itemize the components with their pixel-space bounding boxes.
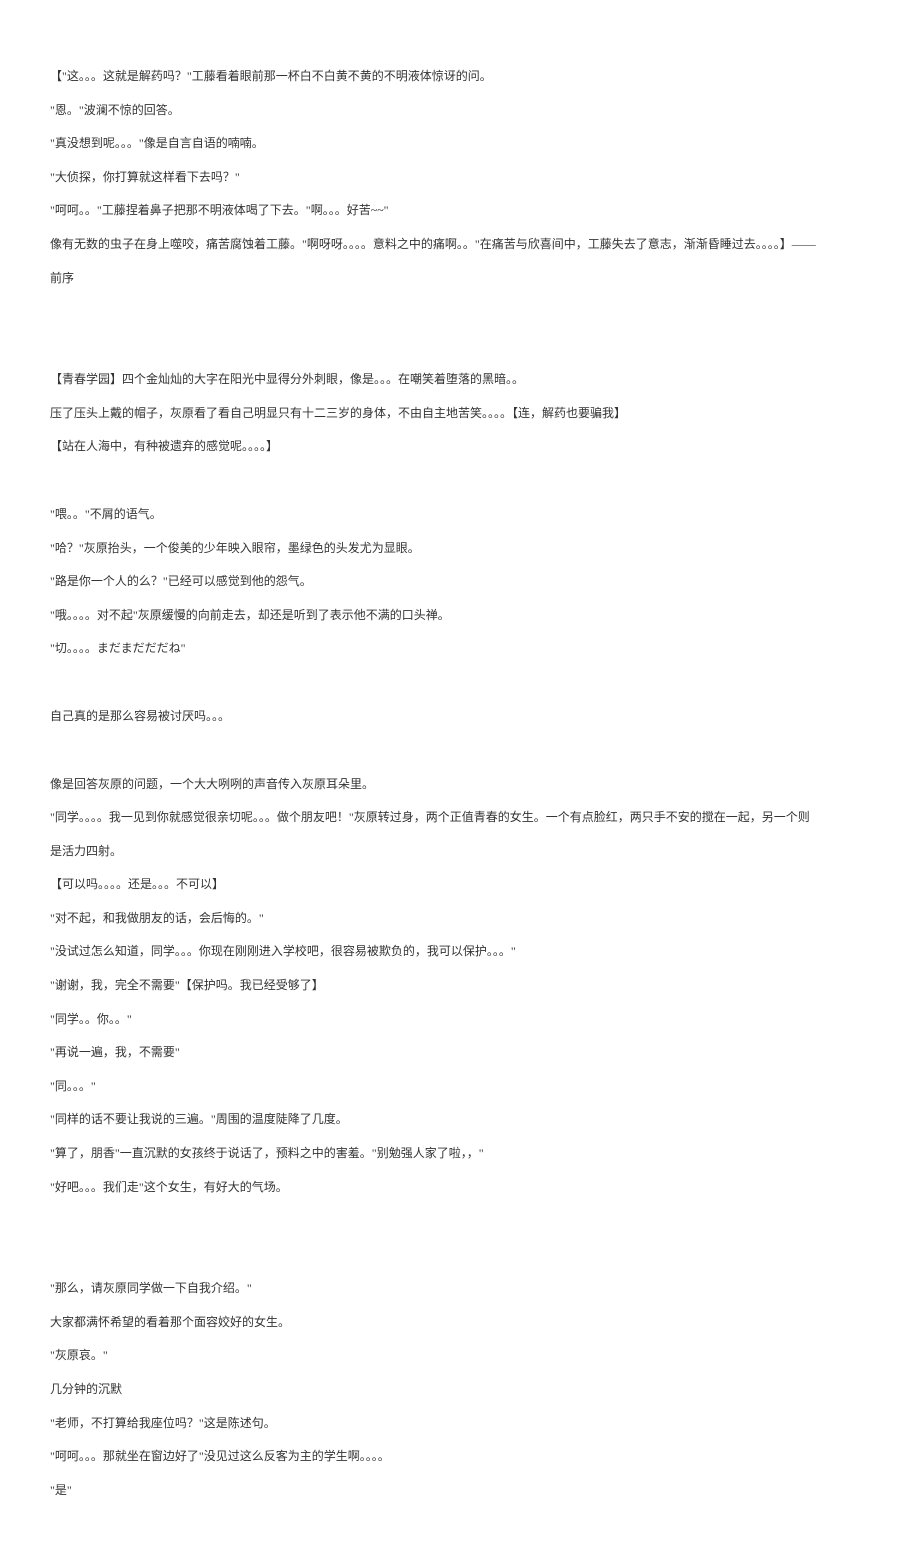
text-line: 【可以吗。。。。还是。。。不可以】	[50, 868, 870, 902]
text-line: "好吧。。。我们走"这个女生，有好大的气场。	[50, 1171, 870, 1205]
text-line: "是"	[50, 1474, 870, 1508]
blank-line	[50, 1204, 870, 1238]
text-line: "切。。。。まだまだだだね"	[50, 632, 870, 666]
text-line: "同学。。。。我一见到你就感觉很亲切呢。。。做个朋友吧！"灰原转过身，两个正值青…	[50, 801, 870, 835]
text-line: 压了压头上戴的帽子，灰原看了看自己明显只有十二三岁的身体，不由自主地苦笑。。。。…	[50, 397, 870, 431]
text-line: "同学。。你。。"	[50, 1003, 870, 1037]
text-line: "没试过怎么知道，同学。。。你现在刚刚进入学校吧，很容易被欺负的，我可以保护。。…	[50, 935, 870, 969]
text-line: "老师，不打算给我座位吗？"这是陈述句。	[50, 1407, 870, 1441]
text-line: "大侦探，你打算就这样看下去吗？"	[50, 161, 870, 195]
text-line: 【青春学园】四个金灿灿的大字在阳光中显得分外刺眼，像是。。。在嘲笑着堕落的黑暗。…	[50, 363, 870, 397]
text-line: "路是你一个人的么？"已经可以感觉到他的怨气。	[50, 565, 870, 599]
text-line: 自己真的是那么容易被讨厌吗。。。	[50, 700, 870, 734]
text-line: 几分钟的沉默	[50, 1373, 870, 1407]
text-line: "呵呵。。"工藤捏着鼻子把那不明液体喝了下去。"啊。。。好苦~~"	[50, 194, 870, 228]
text-line: "恩。"波澜不惊的回答。	[50, 94, 870, 128]
blank-line	[50, 295, 870, 329]
text-line: "哦。。。。对不起"灰原缓慢的向前走去，却还是听到了表示他不满的口头禅。	[50, 599, 870, 633]
text-line: "那么，请灰原同学做一下自我介绍。"	[50, 1272, 870, 1306]
text-line: "喂。。"不屑的语气。	[50, 498, 870, 532]
text-line: "算了，朋香"一直沉默的女孩终于说话了，预料之中的害羞。"别勉强人家了啦，，"	[50, 1137, 870, 1171]
document-body: 【"这。。。这就是解药吗？"工藤看着眼前那一杯白不白黄不黄的不明液体惊讶的问。"…	[50, 60, 870, 1507]
blank-line	[50, 734, 870, 768]
text-line: 【站在人海中，有种被遗弃的感觉呢。。。。】	[50, 430, 870, 464]
text-line: 是活力四射。	[50, 835, 870, 869]
blank-line	[50, 329, 870, 363]
text-line: "谢谢，我，完全不需要"【保护吗。我已经受够了】	[50, 969, 870, 1003]
text-line: "再说一遍，我，不需要"	[50, 1036, 870, 1070]
text-line: "呵呵。。。那就坐在窗边好了"没见过这么反客为主的学生啊。。。。	[50, 1440, 870, 1474]
text-line: "真没想到呢。。。"像是自言自语的喃喃。	[50, 127, 870, 161]
text-line: "同。。。"	[50, 1070, 870, 1104]
text-line: 前序	[50, 262, 870, 296]
blank-line	[50, 1238, 870, 1272]
text-line: 像有无数的虫子在身上噬咬，痛苦腐蚀着工藤。"啊呀呀。。。。意料之中的痛啊。。"在…	[50, 228, 870, 262]
text-line: 【"这。。。这就是解药吗？"工藤看着眼前那一杯白不白黄不黄的不明液体惊讶的问。	[50, 60, 870, 94]
blank-line	[50, 464, 870, 498]
text-line: "对不起，和我做朋友的话，会后悔的。"	[50, 902, 870, 936]
text-line: 像是回答灰原的问题，一个大大咧咧的声音传入灰原耳朵里。	[50, 768, 870, 802]
text-line: "哈？"灰原抬头，一个俊美的少年映入眼帘，墨绿色的头发尤为显眼。	[50, 532, 870, 566]
blank-line	[50, 666, 870, 700]
text-line: "灰原哀。"	[50, 1339, 870, 1373]
text-line: 大家都满怀希望的看着那个面容姣好的女生。	[50, 1306, 870, 1340]
text-line: "同样的话不要让我说的三遍。"周围的温度陡降了几度。	[50, 1103, 870, 1137]
